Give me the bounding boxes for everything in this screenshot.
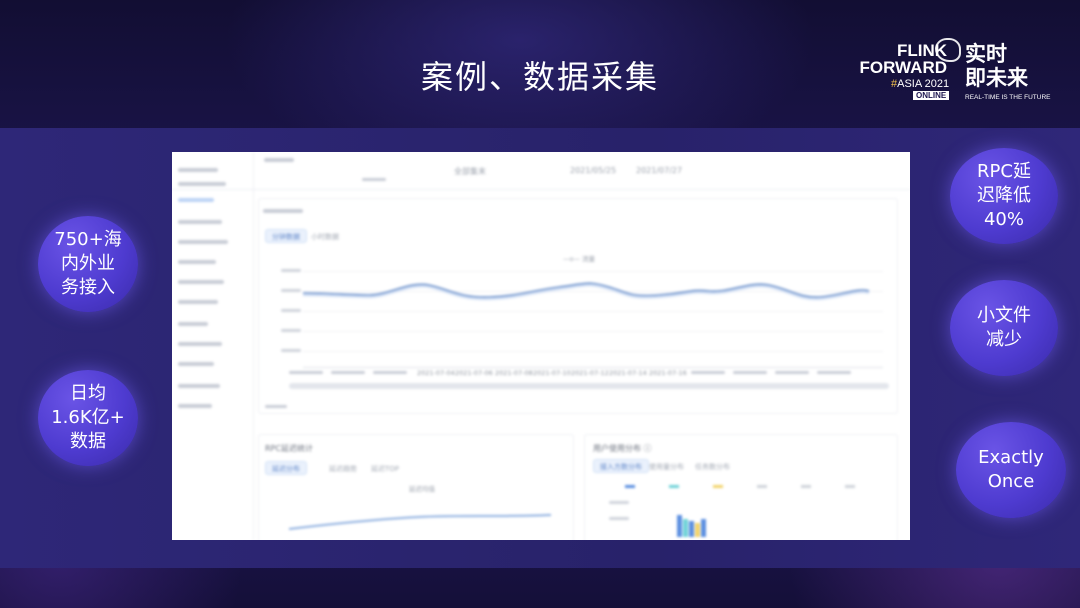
user-dist-title: 用户使用分布 ⓘ (593, 444, 652, 453)
x-tick: 2021-07-12 (571, 369, 609, 377)
sidebar-item[interactable] (178, 220, 222, 224)
date-end[interactable]: 2021/07/27 (636, 166, 682, 175)
x-tick-blur (691, 371, 725, 374)
sidebar-item-active[interactable] (178, 198, 214, 202)
rpc-chart-svg (288, 514, 552, 530)
tab-usage-dist[interactable]: 使用量分布 (649, 462, 684, 472)
dist-bar (683, 519, 688, 537)
logo-tagline: REAL-TIME IS THE FUTURE (965, 94, 1051, 101)
legend-swatch (757, 485, 767, 488)
sidebar-item[interactable] (178, 404, 212, 408)
topbar-filter-select[interactable]: 全部集末 (454, 166, 486, 177)
logo-cn-line2: 即未来 (965, 66, 1028, 90)
dashboard-sidebar (172, 152, 254, 540)
rpc-chart-line (288, 514, 552, 530)
sidebar-item[interactable] (178, 280, 224, 284)
y-tick (609, 517, 629, 520)
legend-swatch (845, 485, 855, 488)
x-tick: 2021-07-10 (533, 369, 571, 377)
logo-asia-text: ASIA 2021 (897, 78, 950, 90)
x-tick: 2021-07-06 (455, 369, 493, 377)
chart-footer (265, 405, 287, 408)
tab-task-dist[interactable]: 任务数分布 (695, 462, 730, 472)
x-tick-blur (331, 371, 365, 374)
logo-line1: FLINK (896, 41, 947, 60)
logo-online-badge: ONLINE (913, 91, 950, 100)
main-chart-card: 分钟数据 小时数据 —o— 流量 2021-07-04 2021-07-06 2… (258, 198, 898, 414)
topbar-breadcrumb (264, 158, 294, 162)
bubble-exactly-once: Exactly Once (956, 422, 1066, 518)
bubble-rpc-latency-text: RPC延 迟降低 40% (977, 161, 1031, 230)
logo-chinese: 实时 即未来 (965, 42, 1028, 90)
legend-swatch (801, 485, 811, 488)
sidebar-item[interactable] (178, 260, 216, 264)
chart-zoom-scrollbar[interactable] (289, 383, 889, 389)
bubble-daily-data-text: 日均 1.6K亿+ 数据 (51, 383, 125, 452)
dist-bar (695, 523, 700, 537)
dist-bar (701, 519, 706, 537)
bubble-exactly-once-text: Exactly Once (978, 447, 1044, 492)
date-start[interactable]: 2021/05/25 (570, 166, 616, 175)
x-tick: 2021-07-14 (609, 369, 647, 377)
x-tick: 2021-07-04 (417, 369, 455, 377)
x-tick-blur (289, 371, 323, 374)
logo-asia: #ASIA 2021 (891, 78, 949, 90)
sidebar-item[interactable] (178, 384, 220, 388)
user-dist-card: 用户使用分布 ⓘ 接入方数分布 使用量分布 任务数分布 (584, 434, 898, 540)
sidebar-item[interactable] (178, 240, 228, 244)
bubble-business-access-text: 750+海 内外业 务接入 (54, 229, 122, 298)
dashboard-content: 全部集末 2021/05/25 2021/07/27 分钟数据 小时数据 —o—… (172, 152, 910, 540)
x-tick-blur (373, 371, 407, 374)
y-tick (609, 501, 629, 504)
sidebar-item[interactable] (178, 300, 218, 304)
tab-access-dist[interactable]: 接入方数分布 (593, 459, 649, 473)
x-tick-blur (817, 371, 851, 374)
x-tick-blur (733, 371, 767, 374)
bubble-rpc-latency: RPC延 迟降低 40% (950, 148, 1058, 244)
topbar-filter-label (362, 178, 386, 181)
bubble-daily-data: 日均 1.6K亿+ 数据 (38, 370, 138, 466)
rpc-card: RPC延迟统计 延迟分布 延迟趋势 延迟TOP 延迟均值 (258, 434, 574, 540)
dist-bar (677, 515, 682, 537)
dashboard-screenshot: 全部集末 2021/05/25 2021/07/27 分钟数据 小时数据 —o—… (172, 152, 910, 540)
logo-cn-line1: 实时 (965, 42, 1007, 66)
dist-bar (689, 521, 694, 537)
x-tick-blur (775, 371, 809, 374)
sidebar-item[interactable] (178, 322, 208, 326)
logo-flink-forward: FLINK FORWARD (855, 42, 947, 76)
bubble-small-files: 小文件 减少 (950, 280, 1058, 376)
x-tick: 2021-07-16 (649, 369, 687, 377)
logo-line2: FORWARD (859, 58, 947, 77)
x-tick: 2021-07-08 (495, 369, 533, 377)
legend-swatch (669, 485, 679, 488)
sidebar-item[interactable] (178, 362, 214, 366)
sidebar-item[interactable] (178, 342, 222, 346)
bubble-business-access: 750+海 内外业 务接入 (38, 216, 138, 312)
flink-forward-logo: FLINK FORWARD #ASIA 2021 ONLINE 实时 即未来 R… (855, 38, 1050, 106)
legend-swatch (713, 485, 723, 488)
dashboard-topbar: 全部集末 2021/05/25 2021/07/27 (172, 152, 910, 190)
bubble-small-files-text: 小文件 减少 (977, 305, 1031, 350)
legend-swatch (625, 485, 635, 488)
